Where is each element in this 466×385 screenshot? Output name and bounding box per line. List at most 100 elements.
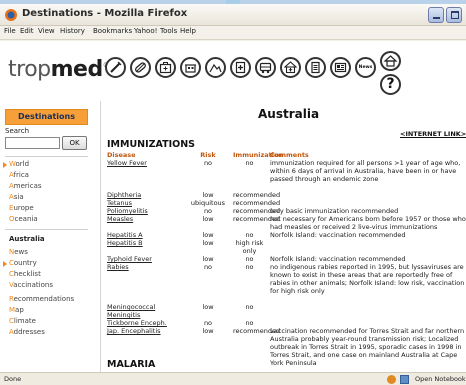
disease-cell[interactable]: Hepatitis A [107, 231, 183, 239]
disease-cell[interactable]: Yellow Fever [107, 159, 183, 183]
risk-cell: low [202, 327, 214, 335]
country-heading: Australia [9, 235, 45, 243]
risk-cell: low [202, 303, 214, 311]
table-row: Diphtheria low recommended [107, 183, 466, 199]
immunization-cell: recommended [233, 199, 281, 207]
sidebar-item-addresses[interactable]: Addresses [9, 328, 45, 336]
bus-icon[interactable] [255, 57, 276, 78]
immunization-cell: no [245, 255, 254, 263]
disease-cell[interactable]: Hepatitis B [107, 239, 183, 255]
search-input[interactable] [5, 137, 60, 149]
comment-cell: no indigenous rabies reported in 1995, b… [270, 263, 465, 295]
table-row: Poliomyelitis no recommended only basic imm… [107, 207, 466, 215]
tropimed-logo[interactable]: tropmed® [8, 57, 110, 82]
page-title: Australia [258, 107, 320, 121]
disease-cell[interactable]: Rabies [107, 263, 183, 295]
disease-cell[interactable]: Tickborne Enceph. [107, 319, 183, 327]
syringe-icon[interactable] [105, 57, 126, 78]
region-africa[interactable]: Africa [9, 171, 29, 179]
ok-button[interactable]: OK [62, 136, 87, 150]
immunizations-heading: IMMUNIZATIONS [107, 139, 196, 150]
window-title: Destinations - Mozilla Firefox [22, 8, 188, 19]
comment-cell: immunization required for all persons >1… [270, 159, 461, 183]
comment-cell: not necessary for Americans born before … [270, 215, 466, 231]
table-row: Hepatitis B low high risk only [107, 239, 466, 255]
status-addon-icon[interactable] [387, 375, 396, 384]
document-icon[interactable] [305, 57, 326, 78]
menu-edit[interactable]: Edit [20, 27, 34, 35]
menu-bookmarks[interactable]: Bookmarks [93, 27, 132, 35]
notebook-icon[interactable] [400, 375, 409, 384]
table-row: Tickborne Enceph. no no [107, 319, 466, 327]
region-americas[interactable]: Americas [9, 182, 42, 190]
building-icon[interactable] [180, 57, 201, 78]
comment-cell [266, 199, 466, 207]
disease-cell[interactable]: Measles [107, 215, 183, 231]
immunization-cell: no [245, 231, 254, 239]
destinations-heading[interactable]: Destinations [5, 109, 88, 125]
window-titlebar[interactable]: Destinations - Mozilla Firefox [0, 4, 466, 26]
immunization-cell: high risk only [235, 239, 264, 255]
sidebar-divider [5, 229, 88, 230]
country-arrow-icon [3, 261, 7, 267]
news-button[interactable]: News [355, 57, 376, 78]
immunization-cell: recommended [233, 191, 281, 199]
immunization-cell: recommended [233, 327, 281, 335]
immunization-cell: no [245, 159, 254, 167]
disease-cell[interactable]: Meningococcal Meningitis [107, 295, 183, 319]
help-icon[interactable]: ? [380, 74, 401, 95]
region-asia[interactable]: Asia [9, 193, 24, 201]
immunization-cell: recommended [233, 207, 281, 215]
pill-icon[interactable] [130, 57, 151, 78]
risk-cell: low [202, 191, 214, 199]
risk-cell: no [203, 207, 213, 215]
malaria-heading: MALARIA [107, 359, 156, 370]
maximize-button[interactable] [446, 7, 462, 23]
immunization-cell: no [245, 319, 254, 327]
table-header-row: Disease Risk Immunization Comments [107, 151, 466, 159]
sidebar-item-climate[interactable]: Climate [9, 317, 36, 325]
comment-cell: Norfolk Island: vaccination recommended [270, 255, 406, 263]
sidebar-item-news[interactable]: News [9, 248, 28, 256]
sidebar-item-checklist[interactable]: Checklist [9, 270, 41, 278]
table-row: Jap. Encephalitis low recommended vaccinati… [107, 327, 466, 367]
risk-cell: low [202, 239, 214, 247]
page-content: tropmed® [0, 41, 466, 372]
hospital-icon[interactable] [280, 57, 301, 78]
menu-view[interactable]: View [38, 27, 55, 35]
disease-cell[interactable]: Tetanus [107, 199, 183, 207]
medical-pack-icon[interactable] [230, 57, 251, 78]
menu-tools[interactable]: Tools [160, 27, 177, 35]
sidebar-item-country[interactable]: Country [9, 259, 37, 267]
comment-cell [266, 183, 466, 199]
disease-cell[interactable]: Diphtheria [107, 183, 183, 199]
immunization-cell: recommended [233, 215, 281, 223]
risk-cell: low [202, 255, 214, 263]
immunizations-table: Disease Risk Immunization Comments Yello… [107, 151, 466, 372]
region-world[interactable]: World [9, 160, 29, 168]
open-notebook-button[interactable]: Open Notebook [415, 375, 466, 383]
region-oceania[interactable]: Oceania [9, 215, 38, 223]
mountain-icon[interactable] [205, 57, 226, 78]
minimize-button[interactable] [428, 7, 444, 23]
comment-cell [266, 295, 466, 319]
status-bar: Done Open Notebook [0, 372, 466, 385]
menu-file[interactable]: File [4, 27, 16, 35]
comment-cell [266, 319, 466, 327]
sidebar-item-recommendations[interactable]: Recommendations [9, 295, 74, 303]
disease-cell[interactable]: Typhoid Fever [107, 255, 183, 263]
column-header-risk: Risk [200, 151, 216, 159]
disease-cell[interactable]: Poliomyelitis [107, 207, 183, 215]
newspaper-icon[interactable] [330, 57, 351, 78]
home-icon[interactable] [380, 51, 401, 71]
region-europe[interactable]: Europe [9, 204, 34, 212]
internet-link[interactable]: <INTERNET LINK> [400, 130, 466, 138]
world-arrow-icon [3, 162, 7, 168]
menu-history[interactable]: History [60, 27, 85, 35]
menu-help[interactable]: Help [180, 27, 196, 35]
sidebar-item-vaccinations[interactable]: Vaccinations [9, 281, 53, 289]
risk-cell: low [202, 215, 214, 223]
first-aid-kit-icon[interactable] [155, 57, 176, 78]
sidebar-item-map[interactable]: Map [9, 306, 24, 314]
menu-yahoo[interactable]: Yahoo! [134, 27, 157, 35]
